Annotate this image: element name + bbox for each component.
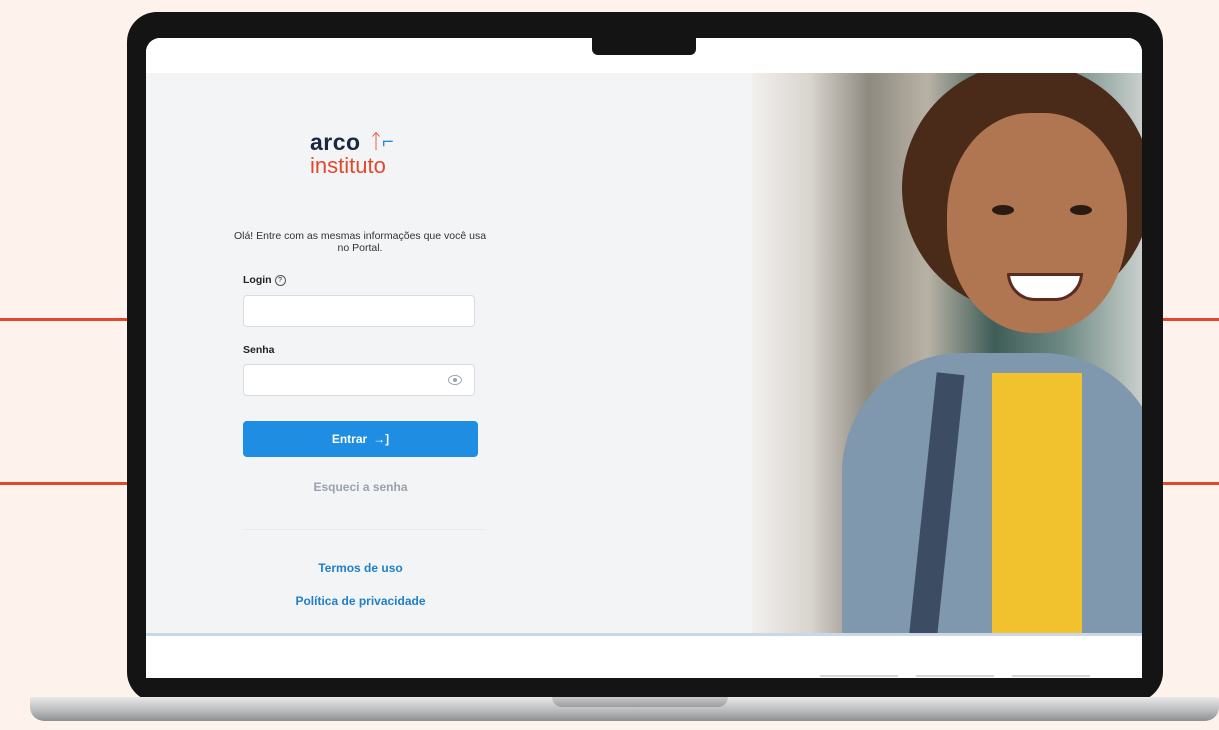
logo-mark-icon: ᛏ⌐ bbox=[370, 131, 394, 153]
password-label: Senha bbox=[243, 344, 275, 356]
decorative-line-left-bottom bbox=[0, 482, 130, 485]
decorative-line-right-top bbox=[1162, 318, 1219, 321]
terms-link[interactable]: Termos de uso bbox=[243, 561, 478, 575]
show-password-icon[interactable] bbox=[448, 375, 462, 385]
login-submit-button[interactable]: Entrar →] bbox=[243, 421, 478, 457]
laptop-base-notch bbox=[552, 697, 728, 707]
hero-photo bbox=[752, 73, 1142, 635]
login-label-text: Login bbox=[243, 274, 272, 286]
laptop-screen: arco ᛏ⌐ instituto Olá! Entre com as mesm… bbox=[146, 38, 1142, 678]
photo-eye-right bbox=[1070, 205, 1092, 215]
login-pane: arco ᛏ⌐ instituto Olá! Entre com as mesm… bbox=[146, 73, 752, 635]
taskbar-item bbox=[820, 675, 898, 677]
login-input[interactable] bbox=[243, 295, 475, 327]
photo-eye-left bbox=[992, 205, 1014, 215]
logo-text-instituto: instituto bbox=[310, 153, 386, 178]
arco-instituto-logo: arco ᛏ⌐ instituto bbox=[310, 130, 394, 178]
taskbar-item bbox=[1012, 675, 1090, 677]
sign-in-arrow-icon: →] bbox=[373, 432, 390, 446]
login-label: Login? bbox=[243, 274, 286, 286]
decorative-line-left-top bbox=[0, 318, 130, 321]
bottom-rule bbox=[146, 633, 1142, 636]
submit-label: Entrar bbox=[331, 432, 368, 446]
divider bbox=[243, 529, 483, 530]
help-icon[interactable]: ? bbox=[274, 275, 286, 286]
taskbar-item bbox=[916, 675, 994, 677]
intro-text: Olá! Entre com as mesmas informações que… bbox=[233, 230, 487, 254]
decorative-line-right-bottom bbox=[1162, 482, 1219, 485]
camera-notch bbox=[592, 38, 696, 55]
privacy-link[interactable]: Política de privacidade bbox=[243, 594, 478, 608]
password-input[interactable] bbox=[243, 364, 475, 396]
forgot-password-link[interactable]: Esqueci a senha bbox=[243, 480, 478, 494]
photo-shirt bbox=[992, 373, 1082, 635]
